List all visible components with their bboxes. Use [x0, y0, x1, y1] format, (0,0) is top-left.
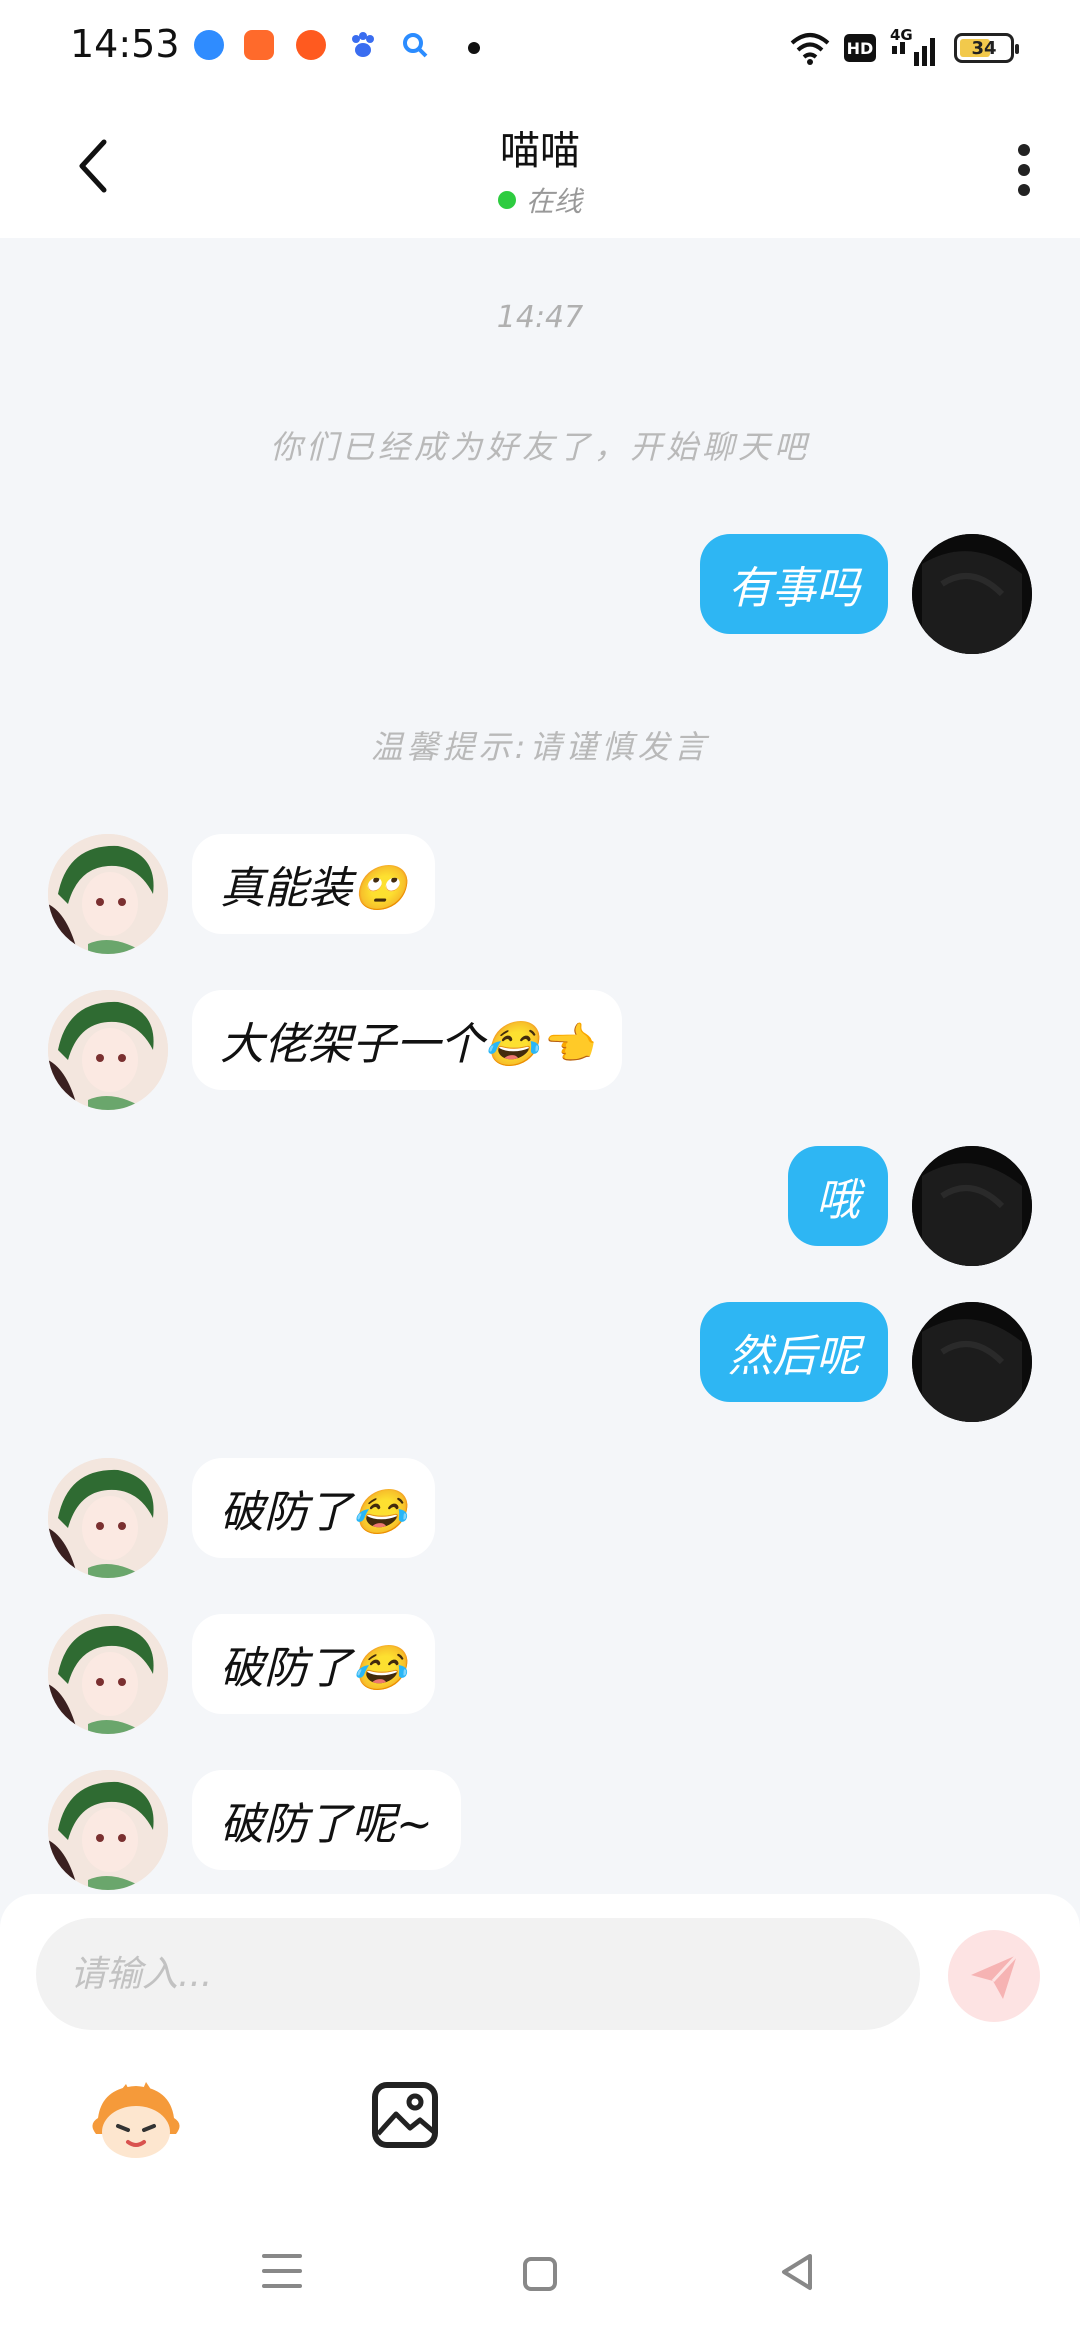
message-input[interactable] [36, 1918, 920, 2030]
chat-message-list[interactable]: 14:47 你们已经成为好友了，开始聊天吧 有事吗 温馨提示:请谨慎发言 真能装… [0, 238, 1080, 1894]
message-timestamp: 14:47 [496, 300, 584, 335]
my-avatar[interactable] [912, 1302, 1032, 1422]
hd-icon: HD [844, 34, 876, 62]
cartoon-face-icon [92, 2082, 180, 2158]
message-row-incoming: 破防了呢~ [0, 1770, 1080, 1890]
message-row-outgoing: 有事吗 [0, 534, 1080, 654]
contact-avatar[interactable] [48, 990, 168, 1110]
message-bubble-outgoing[interactable]: 然后呢 [700, 1302, 888, 1402]
battery-level: 34 [971, 37, 997, 59]
message-row-incoming: 大佬架子一个😂👈 [0, 990, 1080, 1110]
baidu-icon [348, 30, 378, 60]
message-bubble-incoming[interactable]: 破防了😂 [192, 1614, 435, 1714]
message-bubble-incoming[interactable]: 破防了呢~ [192, 1770, 461, 1870]
browser-icon [194, 30, 224, 60]
message-row-outgoing: 哦 [0, 1146, 1080, 1266]
status-indicators: HD 4G 34 [790, 26, 1019, 70]
message-bubble-incoming[interactable]: 大佬架子一个😂👈 [192, 990, 622, 1090]
message-row-outgoing: 然后呢 [0, 1302, 1080, 1422]
system-back-icon[interactable] [780, 2252, 814, 2292]
image-picker-button[interactable] [370, 2080, 440, 2150]
chat-header: 喵喵 在线 [0, 96, 1080, 238]
online-status: 在线 [0, 180, 1080, 220]
notification-dot-icon [468, 42, 480, 54]
paper-plane-icon [971, 1953, 1019, 1999]
image-icon [372, 2082, 438, 2148]
friend-added-notice: 你们已经成为好友了，开始聊天吧 [269, 428, 810, 466]
more-options-icon[interactable] [1012, 142, 1036, 198]
warning-notice: 温馨提示:请谨慎发言 [370, 728, 710, 766]
message-row-incoming: 真能装🙄 [0, 834, 1080, 954]
online-status-label: 在线 [525, 185, 582, 218]
send-button[interactable] [948, 1930, 1040, 2022]
message-bubble-outgoing[interactable]: 有事吗 [700, 534, 888, 634]
message-row-incoming: 破防了😂 [0, 1458, 1080, 1578]
message-bubble-incoming[interactable]: 破防了😂 [192, 1458, 435, 1558]
message-bubble-incoming[interactable]: 真能装🙄 [192, 834, 435, 934]
search-app-icon [400, 30, 430, 60]
status-time: 14:53 [70, 22, 180, 66]
my-avatar[interactable] [912, 1146, 1032, 1266]
contact-name: 喵喵 [500, 128, 580, 174]
my-avatar[interactable] [912, 534, 1032, 654]
recent-apps-icon[interactable] [262, 2252, 302, 2290]
weibo-icon [296, 30, 326, 60]
contact-avatar[interactable] [48, 1458, 168, 1578]
contact-avatar[interactable] [48, 1614, 168, 1734]
online-dot-icon [497, 191, 516, 209]
status-bar: 14:53 HD 4G 34 [0, 0, 1080, 96]
contact-avatar[interactable] [48, 834, 168, 954]
kuaishou-icon [244, 30, 274, 60]
message-bubble-outgoing[interactable]: 哦 [788, 1146, 888, 1246]
home-icon[interactable] [522, 2256, 558, 2292]
wifi-icon [790, 33, 830, 65]
signal-icon: 4G [890, 26, 940, 66]
message-row-incoming: 破防了😂 [0, 1614, 1080, 1734]
contact-avatar[interactable] [48, 1770, 168, 1890]
sticker-button[interactable] [88, 2074, 184, 2170]
battery-icon: 34 [954, 33, 1019, 63]
